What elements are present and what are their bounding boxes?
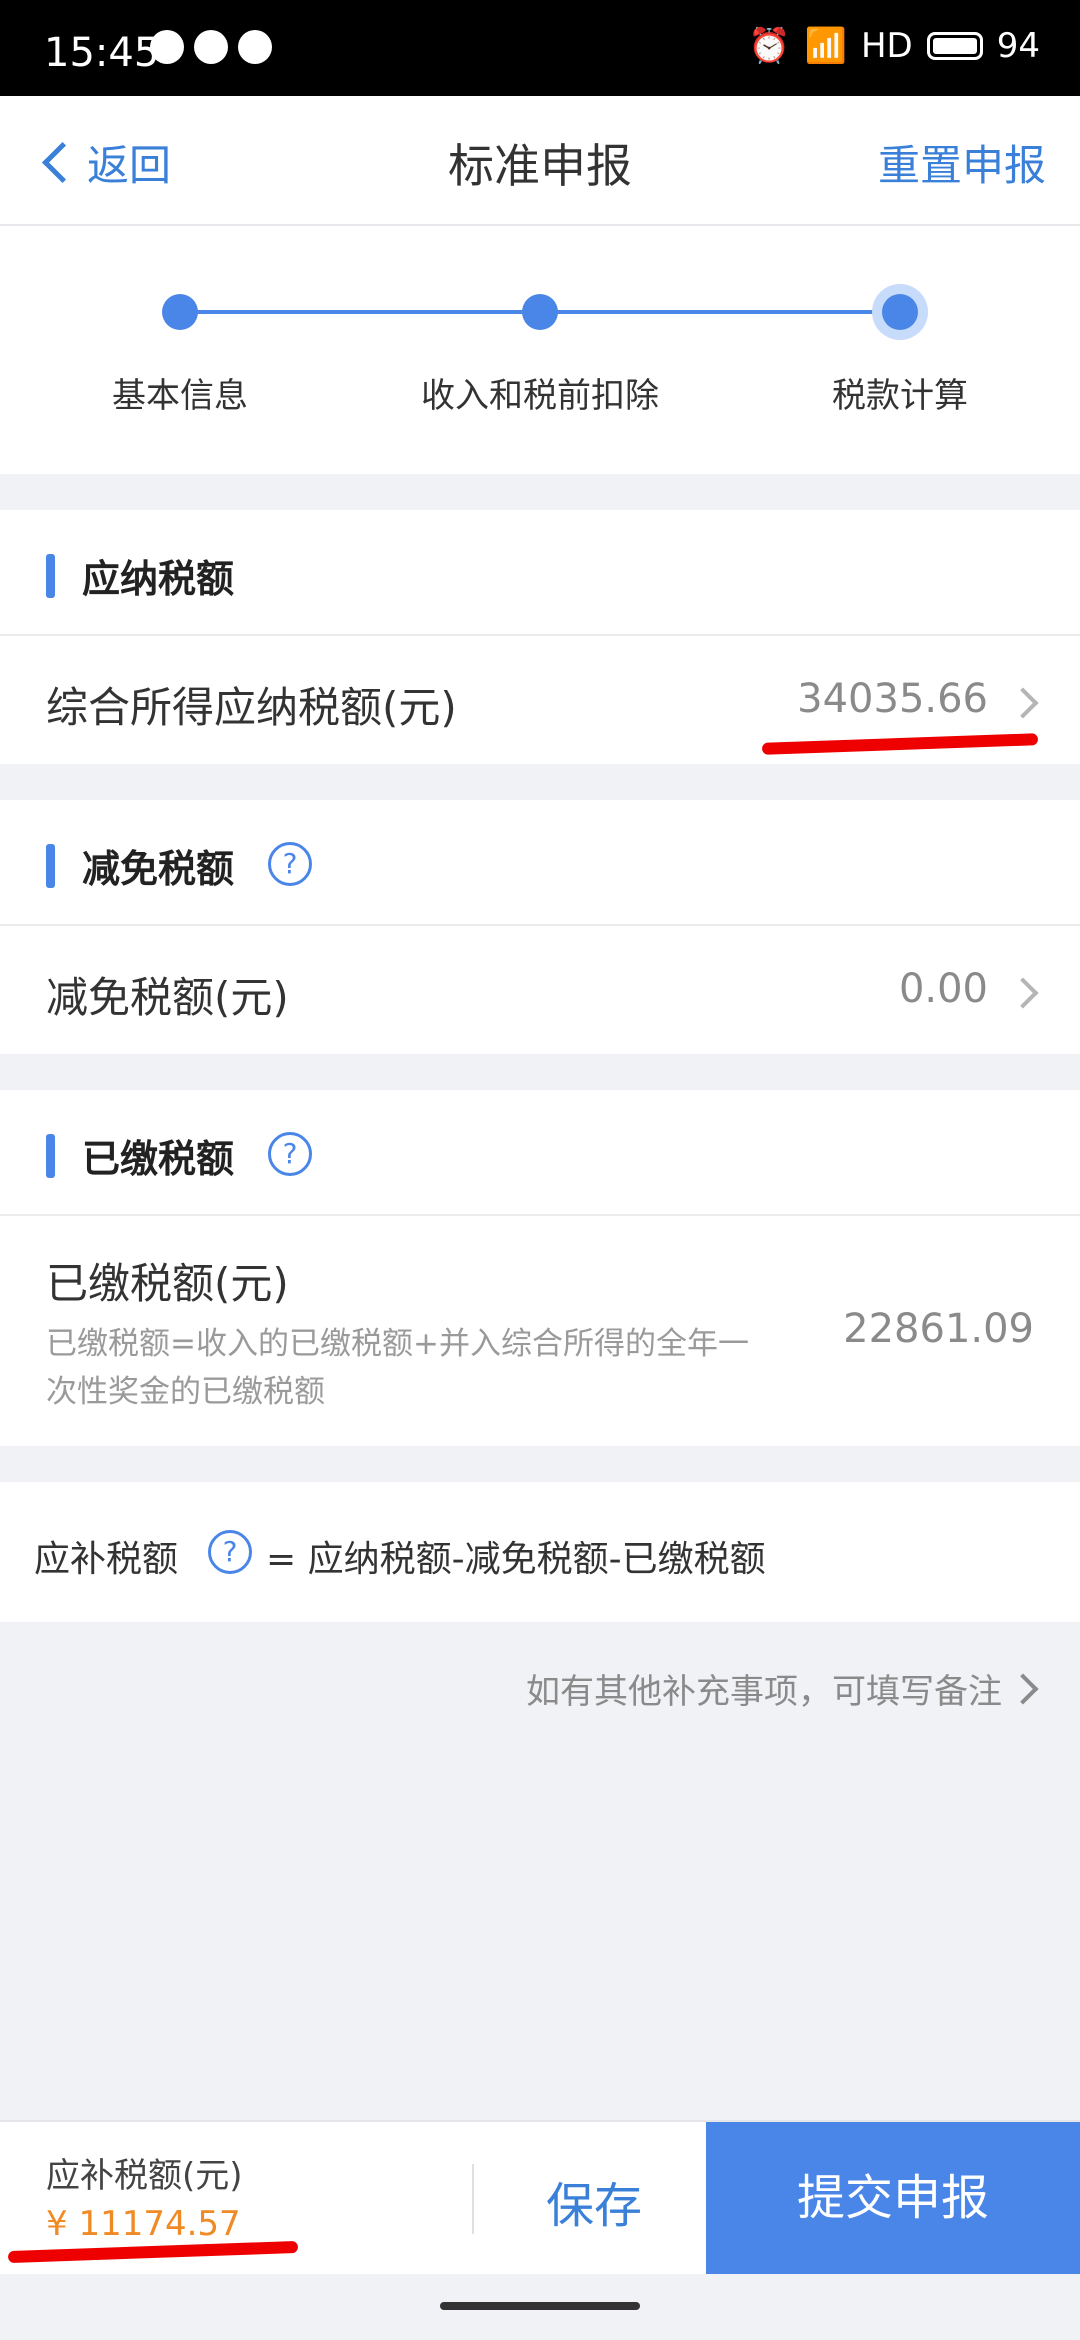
chevron-right-icon [1007, 977, 1039, 1009]
notification-icon [150, 30, 184, 64]
chat-icon [238, 30, 272, 64]
home-indicator[interactable] [440, 2302, 640, 2310]
progress-steps: 基本信息 收入和税前扣除 税款计算 [0, 226, 1080, 474]
status-right: ⏰ 📶 HD 94 [748, 26, 1040, 66]
tax-reduction-value: 0.00 [898, 966, 988, 1012]
step-label-income: 收入和税前扣除 [421, 376, 659, 416]
message-icon [194, 30, 228, 64]
tax-paid-row: 已缴税额(元) 已缴税额=收入的已缴税额+并入综合所得的全年一 次性奖金的已缴税… [0, 1216, 1080, 1446]
status-bar: 15:45 ⏰ 📶 HD 94 [0, 0, 1080, 96]
section-header: 应纳税额 [0, 510, 1080, 636]
red-annotation-underline [7, 2240, 299, 2264]
question-icon[interactable]: ? [268, 1132, 312, 1176]
chevron-right-icon [1007, 687, 1039, 719]
battery-icon [926, 32, 983, 60]
row-description-line2: 次性奖金的已缴税额 [46, 1374, 325, 1410]
alarm-icon: ⏰ [748, 26, 791, 66]
bottom-bar: 应补税额(元) ¥ 11174.57 保存 提交申报 [0, 2120, 1080, 2274]
nav-bar: 返回 标准申报 重置申报 [0, 96, 1080, 226]
row-label: 减免税额(元) [46, 973, 289, 1022]
tax-payable-value: 34035.66 [797, 676, 988, 722]
tax-reduction-row[interactable]: 减免税额(元) 0.00 [0, 926, 1080, 1054]
formula-label: 应补税额 [34, 1539, 179, 1580]
wifi-icon: 📶 [804, 26, 847, 66]
step-label-basic-info: 基本信息 [112, 376, 248, 416]
remarks-text: 如有其他补充事项，可填写备注 [526, 1672, 1002, 1712]
amount-label: 应补税额(元) [46, 2156, 243, 2196]
row-label: 综合所得应纳税额(元) [46, 683, 457, 732]
question-icon[interactable]: ? [208, 1530, 252, 1574]
tax-paid-card: 已缴税额 ? 已缴税额(元) 已缴税额=收入的已缴税额+并入综合所得的全年一 次… [0, 1090, 1080, 1446]
chevron-right-icon [1007, 1672, 1039, 1705]
section-title: 应纳税额 [82, 557, 235, 601]
battery-level: 94 [996, 26, 1040, 66]
reset-button[interactable]: 重置申报 [878, 132, 1046, 193]
status-time: 15:45 [44, 30, 160, 76]
question-icon[interactable]: ? [268, 842, 312, 886]
row-label: 已缴税额(元) [46, 1259, 289, 1308]
submit-button[interactable]: 提交申报 [706, 2122, 1080, 2274]
divider [472, 2164, 474, 2234]
step-dot-2 [522, 294, 558, 330]
formula-expression: = 应纳税额-减免税额-已缴税额 [266, 1539, 766, 1580]
tax-payable-card: 应纳税额 综合所得应纳税额(元) 34035.66 [0, 510, 1080, 764]
save-button[interactable]: 保存 [546, 2166, 642, 2236]
step-label-tax-calc: 税款计算 [832, 376, 968, 416]
remarks-link[interactable]: 如有其他补充事项，可填写备注 [526, 1664, 1039, 1713]
section-accent-bar [46, 554, 55, 598]
row-description-line1: 已缴税额=收入的已缴税额+并入综合所得的全年一 [46, 1326, 749, 1362]
section-header: 减免税额 ? [0, 800, 1080, 926]
step-dot-3-active [882, 294, 918, 330]
section-title: 减免税额 [82, 847, 235, 891]
formula-row: 应补税额 ? = 应纳税额-减免税额-已缴税额 [0, 1482, 1080, 1622]
network-label: HD [860, 26, 913, 66]
section-accent-bar [46, 844, 55, 888]
notification-icons [150, 30, 272, 64]
step-dot-1 [162, 294, 198, 330]
section-accent-bar [46, 1134, 55, 1178]
tax-reduction-card: 减免税额 ? 减免税额(元) 0.00 [0, 800, 1080, 1054]
tax-paid-value: 22861.09 [843, 1306, 1034, 1352]
amount-value: ¥ 11174.57 [46, 2204, 241, 2244]
section-title: 已缴税额 [82, 1137, 235, 1181]
section-header: 已缴税额 ? [0, 1090, 1080, 1216]
